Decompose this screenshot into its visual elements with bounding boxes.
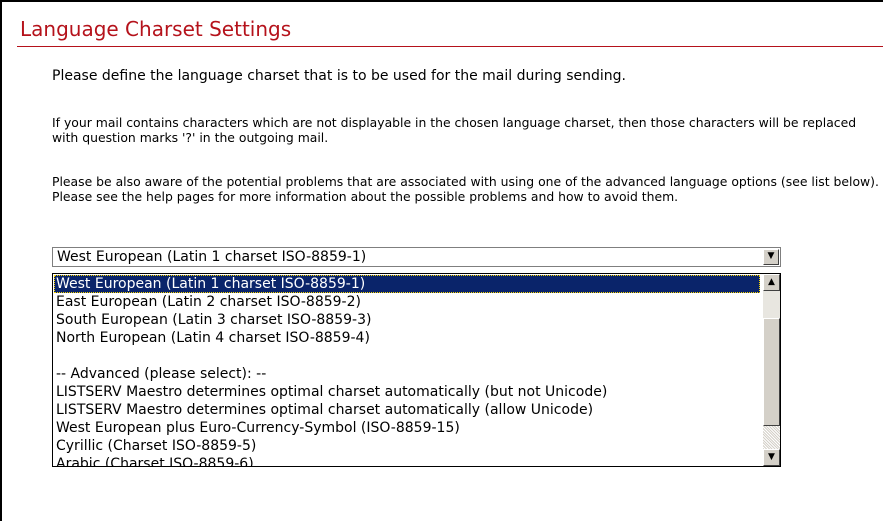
option-latin2[interactable]: East European (Latin 2 charset ISO-8859-… — [54, 293, 760, 311]
page-title: Language Charset Settings — [20, 17, 292, 41]
scroll-up-arrow-icon[interactable]: ▲ — [763, 274, 780, 291]
scrollbar-track[interactable] — [763, 426, 780, 449]
option-cyrillic[interactable]: Cyrillic (Charset ISO-8859-5) — [54, 437, 760, 455]
chevron-down-icon[interactable]: ▼ — [763, 249, 779, 265]
charset-dropdown-list[interactable]: West European (Latin 1 charset ISO-8859-… — [52, 273, 781, 467]
intro-text: Please define the language charset that … — [52, 68, 626, 84]
option-latin1[interactable]: West European (Latin 1 charset ISO-8859-… — [54, 275, 760, 293]
charset-select-value: West European (Latin 1 charset ISO-8859-… — [57, 249, 367, 265]
dropdown-scrollbar[interactable]: ▲ ▼ — [763, 274, 780, 466]
advanced-options-note: Please be also aware of the potential pr… — [52, 174, 879, 204]
option-auto-no-unicode[interactable]: LISTSERV Maestro determines optimal char… — [54, 383, 760, 401]
option-advanced-header[interactable]: -- Advanced (please select): -- — [54, 365, 760, 383]
option-latin4[interactable]: North European (Latin 4 charset ISO-8859… — [54, 329, 760, 347]
charset-warning-text: If your mail contains characters which a… — [52, 115, 857, 145]
option-iso-8859-15[interactable]: West European plus Euro-Currency-Symbol … — [54, 419, 760, 437]
scroll-down-arrow-icon[interactable]: ▼ — [763, 449, 780, 466]
option-arabic[interactable]: Arabic (Charset ISO-8859-6) — [54, 455, 760, 466]
charset-select[interactable]: West European (Latin 1 charset ISO-8859-… — [52, 247, 781, 267]
title-divider — [17, 46, 883, 47]
scrollbar-thumb[interactable] — [763, 318, 780, 426]
option-blank-separator[interactable] — [54, 347, 760, 365]
option-auto-unicode[interactable]: LISTSERV Maestro determines optimal char… — [54, 401, 760, 419]
option-latin3[interactable]: South European (Latin 3 charset ISO-8859… — [54, 311, 760, 329]
